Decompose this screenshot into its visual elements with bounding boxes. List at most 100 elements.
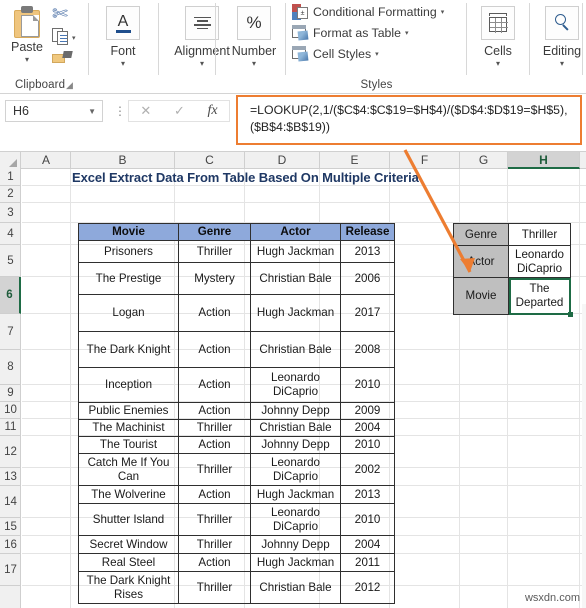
fill-handle[interactable] — [568, 312, 573, 317]
row-header-4[interactable]: 4 — [0, 223, 21, 245]
table-row[interactable]: The Prestige Mystery Christian Bale 2006 — [78, 262, 395, 295]
table-row[interactable]: The Machinist Thriller Christian Bale 20… — [78, 419, 395, 437]
font-button[interactable]: A Font ▾ — [92, 6, 154, 68]
row-header-14[interactable]: 14 — [0, 486, 21, 518]
table-row[interactable]: Inception Action Leonardo DiCaprio 2010 — [78, 367, 395, 403]
cell-release[interactable]: 2013 — [340, 485, 395, 504]
sheet-cells[interactable]: Excel Extract Data From Table Based On M… — [22, 169, 586, 608]
column-header-c[interactable]: C — [175, 152, 245, 169]
cell-movie[interactable]: Inception — [78, 367, 179, 403]
copy-chevron-down-icon[interactable]: ▾ — [72, 34, 76, 42]
row-header-1[interactable]: 1 — [0, 169, 21, 186]
column-header-h[interactable]: H — [508, 152, 580, 169]
cells-chevron-down-icon[interactable]: ▾ — [470, 60, 526, 68]
cell-actor[interactable]: Hugh Jackman — [250, 485, 341, 504]
chevron-down-icon[interactable]: ▾ — [405, 29, 409, 37]
chevron-down-icon[interactable]: ▾ — [441, 8, 445, 16]
column-header-d[interactable]: D — [245, 152, 320, 169]
cell-release[interactable]: 2006 — [340, 262, 395, 295]
cell-release[interactable]: 2004 — [340, 419, 395, 437]
cell-release[interactable]: 2012 — [340, 571, 395, 604]
cell-genre[interactable]: Thriller — [178, 453, 251, 486]
paste-button[interactable]: Paste ▾ — [4, 3, 50, 64]
name-box[interactable]: H6 ▼ — [5, 100, 103, 122]
cell-actor[interactable]: Leonardo DiCaprio — [250, 453, 341, 486]
paste-chevron-down-icon[interactable]: ▾ — [4, 56, 50, 64]
editing-button[interactable]: Editing ▾ — [533, 6, 586, 68]
format-as-table-button[interactable]: Format as Table ▾ — [292, 25, 408, 41]
cell-genre[interactable]: Action — [178, 367, 251, 403]
criteria-row-actor[interactable]: Actor Leonardo DiCaprio — [453, 245, 571, 278]
table-row[interactable]: The Dark Knight Action Christian Bale 20… — [78, 331, 395, 368]
cell-release[interactable]: 2010 — [340, 436, 395, 454]
scissors-icon[interactable]: ✄ — [52, 3, 68, 26]
cell-movie[interactable]: Secret Window — [78, 535, 179, 554]
cell-genre[interactable]: Action — [178, 331, 251, 368]
table-row[interactable]: The Tourist Action Johnny Depp 2010 — [78, 436, 395, 454]
cell-actor[interactable]: Leonardo DiCaprio — [250, 503, 341, 536]
name-box-chevron-down-icon[interactable]: ▼ — [88, 101, 96, 123]
row-header-15[interactable]: 15 — [0, 518, 21, 536]
number-button[interactable]: % Number ▾ — [219, 6, 289, 68]
cell-movie[interactable]: Shutter Island — [78, 503, 179, 536]
chevron-down-icon[interactable]: ▾ — [375, 50, 379, 58]
cell-genre[interactable]: Thriller — [178, 503, 251, 536]
cell-release[interactable]: 2008 — [340, 331, 395, 368]
cell-genre[interactable]: Action — [178, 553, 251, 572]
cell-actor[interactable]: Christian Bale — [250, 571, 341, 604]
cell-actor[interactable]: Hugh Jackman — [250, 294, 341, 332]
table-row[interactable]: Secret Window Thriller Johnny Depp 2004 — [78, 535, 395, 554]
cell-actor[interactable]: Johnny Depp — [250, 535, 341, 554]
formula-bar-grip[interactable]: ⋮ — [114, 103, 126, 119]
column-header-b[interactable]: B — [71, 152, 175, 169]
cell-actor[interactable]: Christian Bale — [250, 331, 341, 368]
cell-movie[interactable]: The Dark Knight — [78, 331, 179, 368]
cell-actor[interactable]: Johnny Depp — [250, 402, 341, 420]
cells-button[interactable]: Cells ▾ — [470, 6, 526, 68]
format-painter-icon[interactable] — [52, 50, 73, 66]
cell-actor[interactable]: Leonardo DiCaprio — [250, 367, 341, 403]
cell-actor[interactable]: Johnny Depp — [250, 436, 341, 454]
cell-actor[interactable]: Christian Bale — [250, 262, 341, 295]
table-row[interactable]: Shutter Island Thriller Leonardo DiCapri… — [78, 503, 395, 536]
cell-genre[interactable]: Thriller — [178, 535, 251, 554]
table-row[interactable]: Public Enemies Action Johnny Depp 2009 — [78, 402, 395, 420]
table-row[interactable]: Logan Action Hugh Jackman 2017 — [78, 294, 395, 332]
row-header-7[interactable]: 7 — [0, 314, 21, 350]
criteria-label-movie[interactable]: Movie — [453, 277, 509, 315]
row-header-16[interactable]: 16 — [0, 536, 21, 554]
row-header-11[interactable]: 11 — [0, 419, 21, 436]
cell-actor[interactable]: Christian Bale — [250, 419, 341, 437]
row-header-10[interactable]: 10 — [0, 402, 21, 419]
conditional-formatting-button[interactable]: ± Conditional Formatting ▾ — [292, 4, 444, 20]
table-row[interactable]: Prisoners Thriller Hugh Jackman 2013 — [78, 240, 395, 263]
row-header-13[interactable]: 13 — [0, 468, 21, 486]
cell-genre[interactable]: Mystery — [178, 262, 251, 295]
cell-genre[interactable]: Action — [178, 294, 251, 332]
criteria-value-movie-result[interactable]: The Departed — [508, 277, 573, 317]
column-header-f[interactable]: F — [390, 152, 460, 169]
cell-movie[interactable]: The Machinist — [78, 419, 179, 437]
cell-genre[interactable]: Thriller — [178, 419, 251, 437]
cell-release[interactable]: 2011 — [340, 553, 395, 572]
cell-movie[interactable]: Real Steel — [78, 553, 179, 572]
row-header-6[interactable]: 6 — [0, 277, 21, 314]
cell-actor[interactable]: Hugh Jackman — [250, 553, 341, 572]
column-header-g[interactable]: G — [460, 152, 508, 169]
select-all-corner[interactable] — [0, 152, 21, 169]
row-header-2[interactable]: 2 — [0, 186, 21, 203]
criteria-label-actor[interactable]: Actor — [453, 245, 509, 278]
criteria-row-movie[interactable]: Movie The Departed — [453, 277, 573, 317]
vertical-scrollbar[interactable] — [582, 304, 586, 608]
font-chevron-down-icon[interactable]: ▾ — [92, 60, 154, 68]
row-header-3[interactable]: 3 — [0, 203, 21, 223]
insert-function-fx-icon[interactable]: fx — [208, 103, 218, 119]
column-header-a[interactable]: A — [22, 152, 71, 169]
table-row[interactable]: The Wolverine Action Hugh Jackman 2013 — [78, 485, 395, 504]
cell-release[interactable]: 2017 — [340, 294, 395, 332]
cell-actor[interactable]: Hugh Jackman — [250, 240, 341, 263]
formula-input[interactable]: =LOOKUP(2,1/($C$4:$C$19=$H$4)/($D$4:$D$1… — [236, 95, 582, 145]
dialog-launcher-icon[interactable]: ◢ — [66, 80, 77, 91]
criteria-label-genre[interactable]: Genre — [453, 223, 509, 246]
cancel-x-icon[interactable]: ✕ — [140, 103, 151, 119]
